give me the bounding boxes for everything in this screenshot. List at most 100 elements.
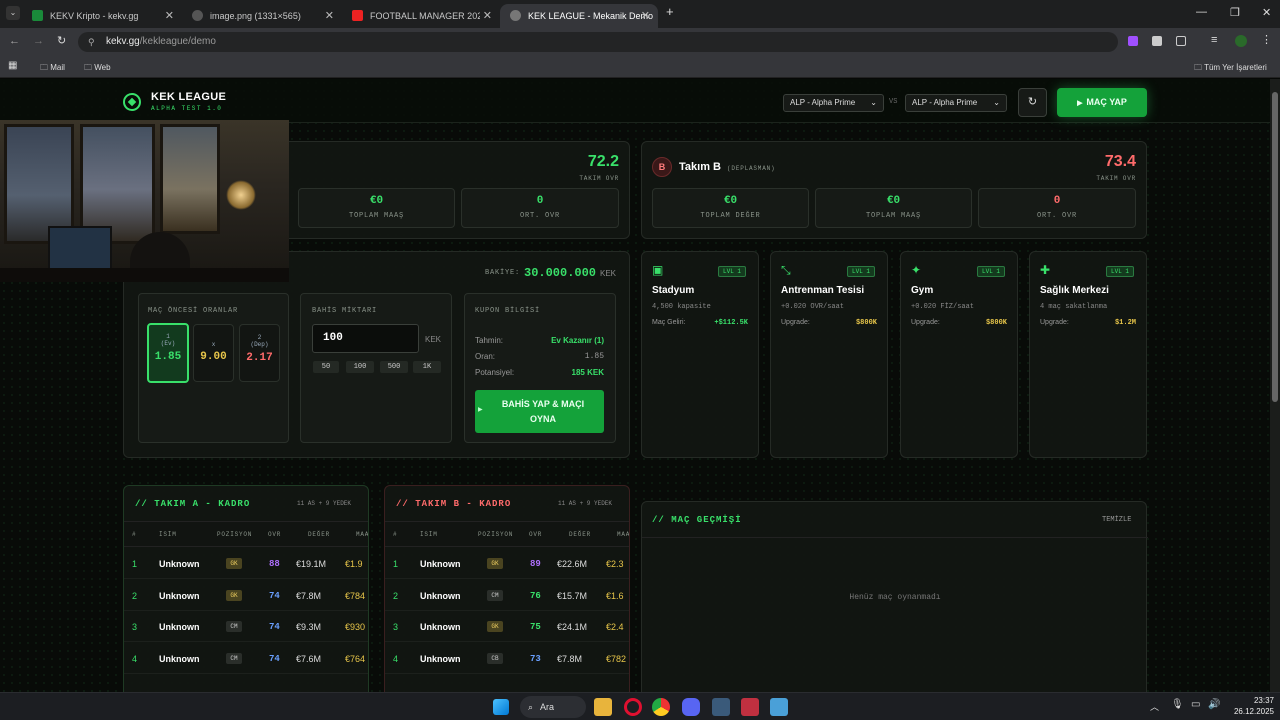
column-header[interactable]: DEĞER	[308, 531, 330, 538]
all-bookmarks[interactable]: 🗀 Tüm Yer İşaretleri	[1194, 62, 1267, 76]
bet-amount-input[interactable]: 100	[312, 324, 419, 353]
column-header[interactable]: #	[132, 531, 136, 538]
app-viewport: KEK LEAGUE ALPHA TEST 1.0 ALP - Alpha Pr…	[0, 79, 1270, 692]
column-header[interactable]: OVR	[268, 531, 281, 538]
tab-kekv[interactable]: KEKV Kripto - kekv.gg ✕	[22, 4, 182, 28]
puzzle-icon[interactable]	[1176, 36, 1186, 46]
microphone-icon[interactable]: 🎙	[1171, 699, 1184, 710]
back-icon[interactable]: ←	[9, 35, 20, 47]
close-window-icon[interactable]: ✕	[1262, 6, 1271, 19]
table-row[interactable]	[385, 674, 629, 692]
tab-kek-league[interactable]: KEK LEAGUE - Mekanik Demo ✕	[500, 4, 658, 28]
odds-away-button[interactable]: 2 (Dep) 2.17	[239, 324, 280, 382]
odds-value: 1.85	[154, 351, 182, 363]
lamp	[226, 180, 256, 210]
play-match-button[interactable]: ▶ MAÇ YAP	[1057, 88, 1147, 117]
quick-amount-100[interactable]: 100	[346, 361, 374, 373]
clear-history-button[interactable]: TEMİZLE	[1102, 516, 1131, 524]
team-a-avg-ovr-value: 0	[536, 195, 544, 207]
team-b-ovr: 73.4	[1104, 153, 1136, 170]
quick-amount-500[interactable]: 500	[380, 361, 408, 373]
menu-icon[interactable]: ⋮	[1261, 33, 1272, 46]
gym-icon: ✦	[911, 263, 922, 277]
notepad-icon[interactable]	[770, 698, 788, 716]
facility-card[interactable]: ▣ LVL 1 Stadyum 4,500 kapasite Maç Gelir…	[641, 251, 759, 458]
url-field[interactable]: ⚲ kekv.gg/kekleague/demo	[78, 32, 1118, 52]
table-row[interactable]	[124, 674, 368, 692]
table-row[interactable]: 1 Unknown GK 89 €22.6M €2.3	[385, 548, 629, 579]
column-header[interactable]: OVR	[529, 531, 542, 538]
close-tab-icon[interactable]: ✕	[325, 9, 334, 22]
globe-icon	[510, 10, 521, 21]
new-tab-button[interactable]: +	[666, 4, 674, 19]
start-icon[interactable]	[493, 699, 509, 715]
bookmark-mail[interactable]: 🗀 Mail	[40, 62, 65, 76]
extension-icon[interactable]	[1128, 36, 1138, 46]
close-tab-icon[interactable]: ✕	[641, 9, 650, 22]
tab-youtube[interactable]: FOOTBALL MANAGER 2020 | 20 ✕	[342, 4, 500, 28]
player-name: Unknown	[420, 559, 461, 569]
volume-icon[interactable]: 🔊	[1208, 699, 1220, 710]
close-tab-icon[interactable]: ✕	[165, 9, 174, 22]
odds-draw-button[interactable]: X 9.00	[193, 324, 234, 382]
minimize-icon[interactable]: —	[1196, 6, 1207, 18]
url-host: kekv.gg	[106, 36, 140, 47]
column-header[interactable]: DEĞER	[569, 531, 591, 538]
forward-icon[interactable]: →	[33, 35, 44, 47]
media-icon[interactable]: ≡	[1211, 34, 1217, 46]
bookmark-web[interactable]: 🗀 Web	[84, 62, 111, 76]
discord-icon[interactable]	[682, 698, 700, 716]
reload-icon[interactable]: ↻	[57, 34, 66, 47]
quick-amount-1k[interactable]: 1K	[413, 361, 441, 373]
app-icon[interactable]	[741, 698, 759, 716]
close-tab-icon[interactable]: ✕	[483, 9, 492, 22]
facility-card[interactable]: ✦ LVL 1 Gym +0.020 FİZ/saat Upgrade: $80…	[900, 251, 1018, 458]
file-explorer-icon[interactable]	[594, 698, 612, 716]
bet-and-play-button[interactable]: ▶ BAHİS YAP & MAÇI OYNA	[475, 390, 604, 433]
column-header[interactable]: İSİM	[420, 531, 438, 538]
taskbar-search[interactable]: ⌕ Ara	[520, 696, 586, 718]
tab-list-button[interactable]: ⌄	[6, 6, 20, 20]
scrollbar-thumb[interactable]	[1272, 92, 1278, 402]
table-row[interactable]: 3 Unknown CM 74 €9.3M €930	[124, 611, 368, 642]
site-info-icon[interactable]: ⚲	[88, 32, 95, 52]
clock-time[interactable]: 23:37	[1234, 696, 1274, 705]
column-header[interactable]: MAA	[617, 531, 629, 538]
apps-grid-icon[interactable]: ▦	[8, 60, 17, 71]
facility-card[interactable]: ✚ LVL 1 Sağlık Merkezi 4 maç sakatlanma …	[1029, 251, 1147, 458]
refresh-button[interactable]: ↻	[1018, 88, 1047, 117]
table-row[interactable]: 4 Unknown CM 74 €7.6M €764	[124, 643, 368, 674]
table-row[interactable]: 3 Unknown GK 75 €24.1M €2.4	[385, 611, 629, 642]
restore-icon[interactable]: ❐	[1230, 6, 1240, 19]
table-row[interactable]: 2 Unknown GK 74 €7.8M €784	[124, 580, 368, 611]
chrome-icon[interactable]	[652, 698, 670, 716]
column-header[interactable]: #	[393, 531, 397, 538]
odds-home-button[interactable]: 1 (Ev) 1.85	[147, 323, 189, 383]
team-a-select[interactable]: ALP - Alpha Prime ⌄	[783, 94, 884, 112]
camera-icon[interactable]	[1152, 36, 1162, 46]
player-wage: €782	[606, 653, 627, 664]
quick-amount-50[interactable]: 50	[313, 361, 339, 373]
display-icon[interactable]: ▭	[1191, 699, 1200, 710]
player-value: €24.1M	[557, 622, 588, 632]
table-row[interactable]: 1 Unknown GK 88 €19.1M €1.9	[124, 548, 368, 579]
opera-icon[interactable]	[624, 698, 642, 716]
column-header[interactable]: POZİSYON	[217, 531, 252, 538]
tab-title: FOOTBALL MANAGER 2020 | 20	[370, 11, 480, 21]
tab-image[interactable]: image.png (1331×565) ✕	[182, 4, 342, 28]
facility-card[interactable]: ⤡ LVL 1 Antrenman Tesisi +0.020 OVR/saat…	[770, 251, 888, 458]
column-header[interactable]: POZİSYON	[478, 531, 513, 538]
facility-level-badge: LVL 1	[718, 266, 747, 277]
player-value: €7.8M	[557, 653, 583, 664]
tray-chevron-icon[interactable]: ︿	[1150, 700, 1159, 713]
table-row[interactable]: 2 Unknown CM 76 €15.7M €1.6	[385, 580, 629, 611]
table-row[interactable]: 4 Unknown CB 73 €7.8M €782	[385, 643, 629, 674]
team-b-side: (DEPLASMAN)	[727, 165, 776, 172]
player-name: Unknown	[420, 622, 461, 632]
profile-icon[interactable]	[1235, 35, 1247, 47]
column-header[interactable]: MAA	[356, 531, 368, 538]
team-b-select[interactable]: ALP - Alpha Prime ⌄	[905, 94, 1007, 112]
column-header[interactable]: İSİM	[159, 531, 177, 538]
app-icon[interactable]	[712, 698, 730, 716]
clock-date[interactable]: 26.12.2025	[1222, 707, 1274, 716]
